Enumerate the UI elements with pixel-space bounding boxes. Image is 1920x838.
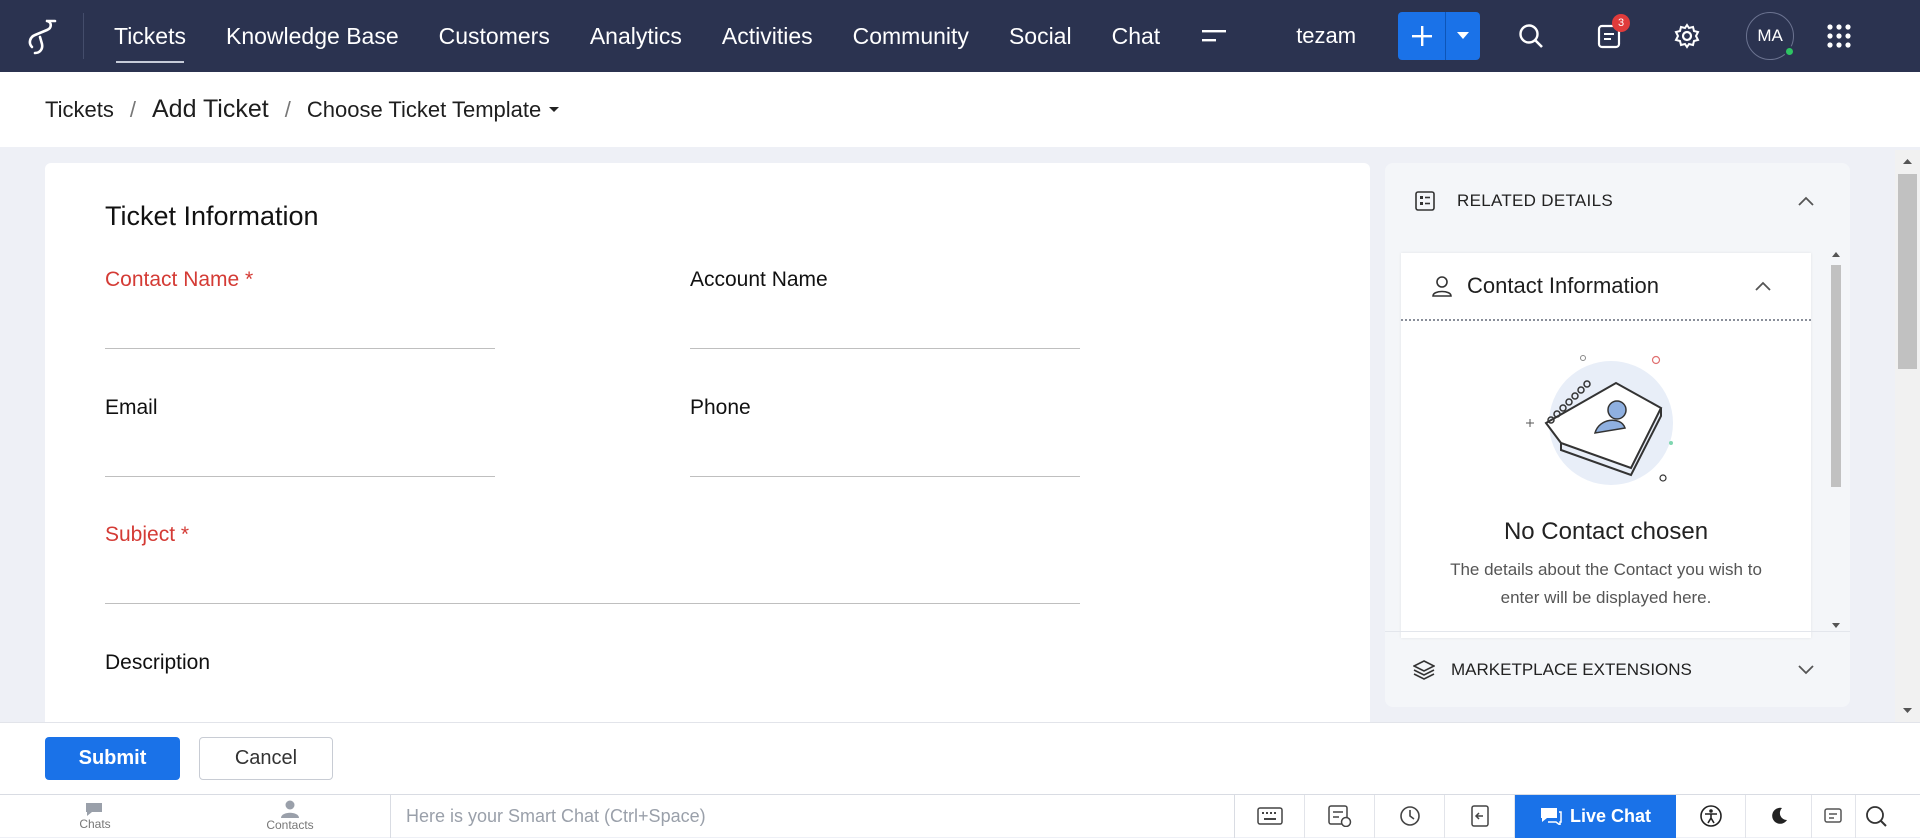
chevron-down-icon[interactable] [1446, 12, 1481, 60]
user-icon [1432, 276, 1452, 297]
account-name-input[interactable] [690, 348, 1080, 349]
plus-icon[interactable] [1398, 12, 1447, 60]
live-chat-icon [1540, 808, 1562, 825]
chat-bubble-icon [86, 803, 102, 816]
apps-grid-icon[interactable] [1814, 0, 1864, 72]
breadcrumb: Tickets / Add Ticket / Choose Ticket Tem… [0, 72, 1920, 147]
contact-information-card: Contact Information No Contact chosen Th… [1401, 253, 1811, 638]
page-scrollbar[interactable] [1895, 150, 1920, 723]
no-contact-description: The details about the Contact you wish t… [1450, 560, 1762, 607]
top-navigation-bar: Tickets Knowledge Base Customers Analyti… [0, 0, 1920, 72]
chat-archive-icon[interactable] [1812, 794, 1856, 838]
subject-input[interactable] [105, 603, 1080, 604]
email-input[interactable] [105, 476, 495, 477]
nav-activities[interactable]: Activities [702, 0, 833, 72]
related-details-title: RELATED DETAILS [1457, 190, 1613, 210]
contacts-label: Contacts [266, 818, 314, 832]
chevron-down-icon[interactable] [1798, 664, 1814, 675]
nav-customers[interactable]: Customers [419, 0, 570, 72]
breadcrumb-tickets-link[interactable]: Tickets [45, 97, 114, 123]
history-clock-icon[interactable] [1375, 794, 1445, 838]
nav-chat[interactable]: Chat [1092, 0, 1181, 72]
account-name-field[interactable]: Account Name [690, 268, 1080, 349]
contact-name-input[interactable] [105, 348, 495, 349]
ticket-form: Ticket Information Contact Name * Accoun… [45, 163, 1370, 723]
cancel-button[interactable]: Cancel [199, 737, 333, 780]
related-details-header[interactable]: RELATED DETAILS [1385, 163, 1850, 238]
marketplace-extensions-title: MARKETPLACE EXTENSIONS [1451, 659, 1692, 679]
contact-information-header[interactable]: Contact Information [1401, 253, 1811, 321]
desk-logo-icon[interactable] [0, 13, 84, 59]
page-title: Add Ticket [151, 95, 269, 123]
chats-label: Chats [79, 817, 111, 831]
search-icon[interactable] [1492, 0, 1570, 72]
submit-button[interactable]: Submit [45, 737, 180, 780]
caret-down-icon [549, 106, 560, 112]
description-field[interactable]: Description [105, 651, 1080, 675]
notification-badge: 3 [1612, 14, 1631, 32]
online-status-dot [1784, 46, 1796, 57]
dark-mode-moon-icon[interactable] [1746, 794, 1812, 838]
side-panel-scrollbar[interactable] [1829, 245, 1843, 635]
nav-knowledge-base[interactable]: Knowledge Base [206, 0, 419, 72]
email-label: Email [105, 396, 158, 419]
no-contact-title: No Contact chosen [1503, 518, 1709, 545]
contacts-icon [281, 800, 299, 818]
avatar-initials: MA [1757, 26, 1783, 45]
more-menu-icon[interactable] [1180, 0, 1248, 72]
template-dropdown-label: Choose Ticket Template [306, 96, 542, 122]
phone-label: Phone [690, 396, 751, 419]
form-action-bar: Submit Cancel [0, 722, 1920, 794]
breadcrumb-separator: / [284, 96, 291, 122]
keyboard-icon[interactable] [1235, 794, 1305, 838]
subject-label: Subject * [105, 523, 190, 546]
notifications-icon[interactable]: 3 [1570, 0, 1648, 72]
nav-tickets[interactable]: Tickets [94, 0, 206, 72]
nav-community[interactable]: Community [833, 0, 989, 72]
marketplace-extensions-header[interactable]: MARKETPLACE EXTENSIONS [1385, 631, 1850, 707]
description-label: Description [105, 651, 211, 674]
smart-chat-input[interactable]: Here is your Smart Chat (Ctrl+Space) [390, 794, 1235, 838]
related-details-panel: RELATED DETAILS Contact Information No C… [1385, 163, 1850, 707]
details-list-icon [1415, 190, 1435, 211]
live-chat-label: Live Chat [1569, 805, 1652, 826]
choose-ticket-template-dropdown[interactable]: Choose Ticket Template [306, 96, 560, 123]
chevron-up-icon[interactable] [1755, 281, 1771, 291]
subject-field[interactable]: Subject * [105, 523, 1080, 604]
contact-information-title: Contact Information [1467, 273, 1659, 298]
gear-icon[interactable] [1648, 0, 1726, 72]
contact-name-label: Contact Name * [105, 268, 254, 291]
transfer-icon[interactable] [1445, 794, 1515, 838]
breadcrumb-separator: / [129, 96, 136, 122]
phone-field[interactable]: Phone [690, 396, 1080, 477]
bottom-toolbar: Chats Contacts Here is your Smart Chat (… [0, 794, 1920, 838]
search-icon[interactable] [1856, 795, 1896, 838]
live-chat-button[interactable]: Live Chat [1515, 794, 1676, 838]
account-name-label: Account Name [690, 268, 828, 291]
main-nav: Tickets Knowledge Base Customers Analyti… [94, 0, 1248, 72]
form-section-title: Ticket Information [105, 201, 319, 231]
no-contact-illustration [1526, 355, 1673, 485]
nav-social[interactable]: Social [989, 0, 1092, 72]
page-scrollbar-thumb[interactable] [1898, 174, 1917, 369]
avatar[interactable]: MA [1746, 12, 1796, 60]
nav-analytics[interactable]: Analytics [570, 0, 702, 72]
accessibility-icon[interactable] [1676, 794, 1746, 838]
add-new-button[interactable] [1398, 12, 1481, 60]
layers-icon [1413, 659, 1435, 680]
phone-input[interactable] [690, 476, 1080, 477]
contacts-tab[interactable]: Contacts [190, 795, 390, 838]
mentions-inbox-icon[interactable] [1305, 794, 1375, 838]
chevron-up-icon[interactable] [1798, 196, 1814, 206]
contact-name-field[interactable]: Contact Name * [105, 268, 495, 349]
email-field[interactable]: Email [105, 396, 495, 477]
portal-name[interactable]: tezam [1296, 23, 1356, 49]
chats-tab[interactable]: Chats [0, 795, 190, 838]
